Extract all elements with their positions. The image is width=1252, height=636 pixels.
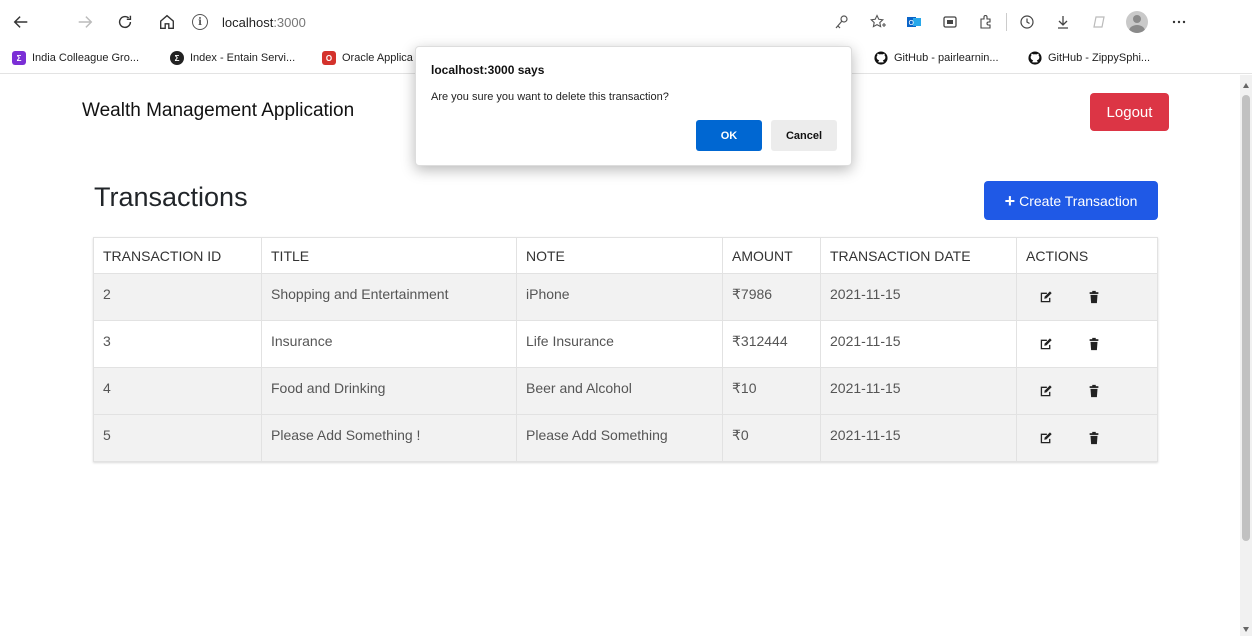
edit-icon[interactable] xyxy=(1032,330,1060,358)
edit-icon[interactable] xyxy=(1032,283,1060,311)
column-header-amount: AMOUNT xyxy=(722,237,821,274)
dialog-title: localhost:3000 says xyxy=(431,63,545,77)
cell-title: Food and Drinking xyxy=(261,367,517,415)
cell-note: Please Add Something xyxy=(516,414,723,462)
cell-amount: ₹7986 xyxy=(722,273,821,321)
performance-icon[interactable] xyxy=(1087,10,1111,34)
table-row: 2 Shopping and Entertainment iPhone ₹798… xyxy=(93,273,1158,321)
avatar xyxy=(1126,11,1148,33)
oracle-icon: O xyxy=(322,51,336,65)
key-icon[interactable] xyxy=(830,10,854,34)
edit-icon[interactable] xyxy=(1032,377,1060,405)
home-icon[interactable] xyxy=(155,10,179,34)
bookmark-index-entain[interactable]: Σ Index - Entain Servi... xyxy=(170,51,295,65)
scrollbar-thumb[interactable] xyxy=(1242,95,1250,541)
create-transaction-button[interactable]: + Create Transaction xyxy=(984,181,1158,220)
transactions-table: TRANSACTION ID TITLE NOTE AMOUNT TRANSAC… xyxy=(93,237,1158,462)
github-icon xyxy=(874,51,888,65)
cell-title: Please Add Something ! xyxy=(261,414,517,462)
logout-button[interactable]: Logout xyxy=(1090,93,1169,131)
outlook-icon[interactable]: O xyxy=(902,10,926,34)
page-scrollbar[interactable] xyxy=(1240,75,1252,636)
bookmark-label: India Colleague Gro... xyxy=(32,52,140,64)
cell-amount: ₹10 xyxy=(722,367,821,415)
forward-icon[interactable] xyxy=(73,10,97,34)
cell-note: Beer and Alcohol xyxy=(516,367,723,415)
profile-icon[interactable] xyxy=(1125,10,1149,34)
cell-id: 3 xyxy=(93,320,262,368)
svg-text:O: O xyxy=(909,19,915,27)
cell-title: Insurance xyxy=(261,320,517,368)
more-options-icon[interactable] xyxy=(1167,10,1191,34)
download-icon[interactable] xyxy=(1051,10,1075,34)
bookmark-oracle[interactable]: O Oracle Applica xyxy=(322,51,413,65)
bookmark-label: Oracle Applica xyxy=(342,52,413,64)
cell-id: 4 xyxy=(93,367,262,415)
delete-icon[interactable] xyxy=(1080,377,1108,405)
cell-amount: ₹0 xyxy=(722,414,821,462)
bookmark-icon: Σ xyxy=(170,51,184,65)
refresh-icon[interactable] xyxy=(113,10,137,34)
cell-note: iPhone xyxy=(516,273,723,321)
bookmark-github-zippysphinx[interactable]: GitHub - ZippySphi... xyxy=(1028,51,1150,65)
info-icon[interactable]: i xyxy=(192,14,208,30)
cell-actions xyxy=(1016,273,1158,321)
column-header-title: TITLE xyxy=(261,237,517,274)
collections-icon[interactable] xyxy=(938,10,962,34)
cell-date: 2021-11-15 xyxy=(820,367,1017,415)
browser-toolbar: i localhost:3000 O xyxy=(0,0,1252,44)
url-host: localhost xyxy=(222,14,274,30)
table-row: 3 Insurance Life Insurance ₹312444 2021-… xyxy=(93,320,1158,368)
cell-date: 2021-11-15 xyxy=(820,273,1017,321)
cell-actions xyxy=(1016,414,1158,462)
cell-note: Life Insurance xyxy=(516,320,723,368)
address-bar[interactable]: i localhost:3000 xyxy=(192,6,812,38)
delete-icon[interactable] xyxy=(1080,283,1108,311)
page-title: Transactions xyxy=(94,182,248,212)
url-port: :3000 xyxy=(273,14,306,30)
table-header-row: TRANSACTION ID TITLE NOTE AMOUNT TRANSAC… xyxy=(93,237,1158,274)
column-header-id: TRANSACTION ID xyxy=(93,237,262,274)
url-text: localhost:3000 xyxy=(222,15,306,30)
toolbar-icons: O xyxy=(830,10,1191,34)
delete-icon[interactable] xyxy=(1080,330,1108,358)
dialog-cancel-button[interactable]: Cancel xyxy=(771,120,837,151)
bookmark-label: Index - Entain Servi... xyxy=(190,52,296,64)
column-header-note: NOTE xyxy=(516,237,723,274)
back-icon[interactable] xyxy=(9,10,33,34)
edit-icon[interactable] xyxy=(1032,424,1060,452)
dialog-ok-button[interactable]: OK xyxy=(696,120,762,151)
scroll-down-icon[interactable] xyxy=(1243,627,1249,632)
cell-date: 2021-11-15 xyxy=(820,414,1017,462)
bookmark-label: GitHub - ZippySphi... xyxy=(1048,52,1151,64)
create-transaction-label: Create Transaction xyxy=(1019,192,1138,209)
app-brand[interactable]: Wealth Management Application xyxy=(82,100,354,122)
column-header-date: TRANSACTION DATE xyxy=(820,237,1017,274)
cell-id: 5 xyxy=(93,414,262,462)
cell-amount: ₹312444 xyxy=(722,320,821,368)
scroll-up-icon[interactable] xyxy=(1243,83,1249,88)
column-header-actions: ACTIONS xyxy=(1016,237,1158,274)
table-row: 4 Food and Drinking Beer and Alcohol ₹10… xyxy=(93,367,1158,415)
favorite-star-icon[interactable] xyxy=(866,10,890,34)
bookmark-india-colleague[interactable]: Σ India Colleague Gro... xyxy=(12,51,139,65)
toolbar-separator xyxy=(1006,13,1007,31)
history-icon[interactable] xyxy=(1015,10,1039,34)
cell-actions xyxy=(1016,367,1158,415)
cell-id: 2 xyxy=(93,273,262,321)
cell-date: 2021-11-15 xyxy=(820,320,1017,368)
cell-actions xyxy=(1016,320,1158,368)
bookmark-label: GitHub - pairlearnin... xyxy=(894,52,999,64)
plus-icon: + xyxy=(1004,190,1016,211)
cell-title: Shopping and Entertainment xyxy=(261,273,517,321)
dialog-message: Are you sure you want to delete this tra… xyxy=(431,91,669,103)
github-icon xyxy=(1028,51,1042,65)
bookmark-github-pairlearning[interactable]: GitHub - pairlearnin... xyxy=(874,51,999,65)
bookmark-icon: Σ xyxy=(12,51,26,65)
table-row: 5 Please Add Something ! Please Add Some… xyxy=(93,414,1158,462)
delete-icon[interactable] xyxy=(1080,424,1108,452)
extensions-icon[interactable] xyxy=(974,10,998,34)
confirm-dialog: localhost:3000 says Are you sure you wan… xyxy=(415,46,852,166)
